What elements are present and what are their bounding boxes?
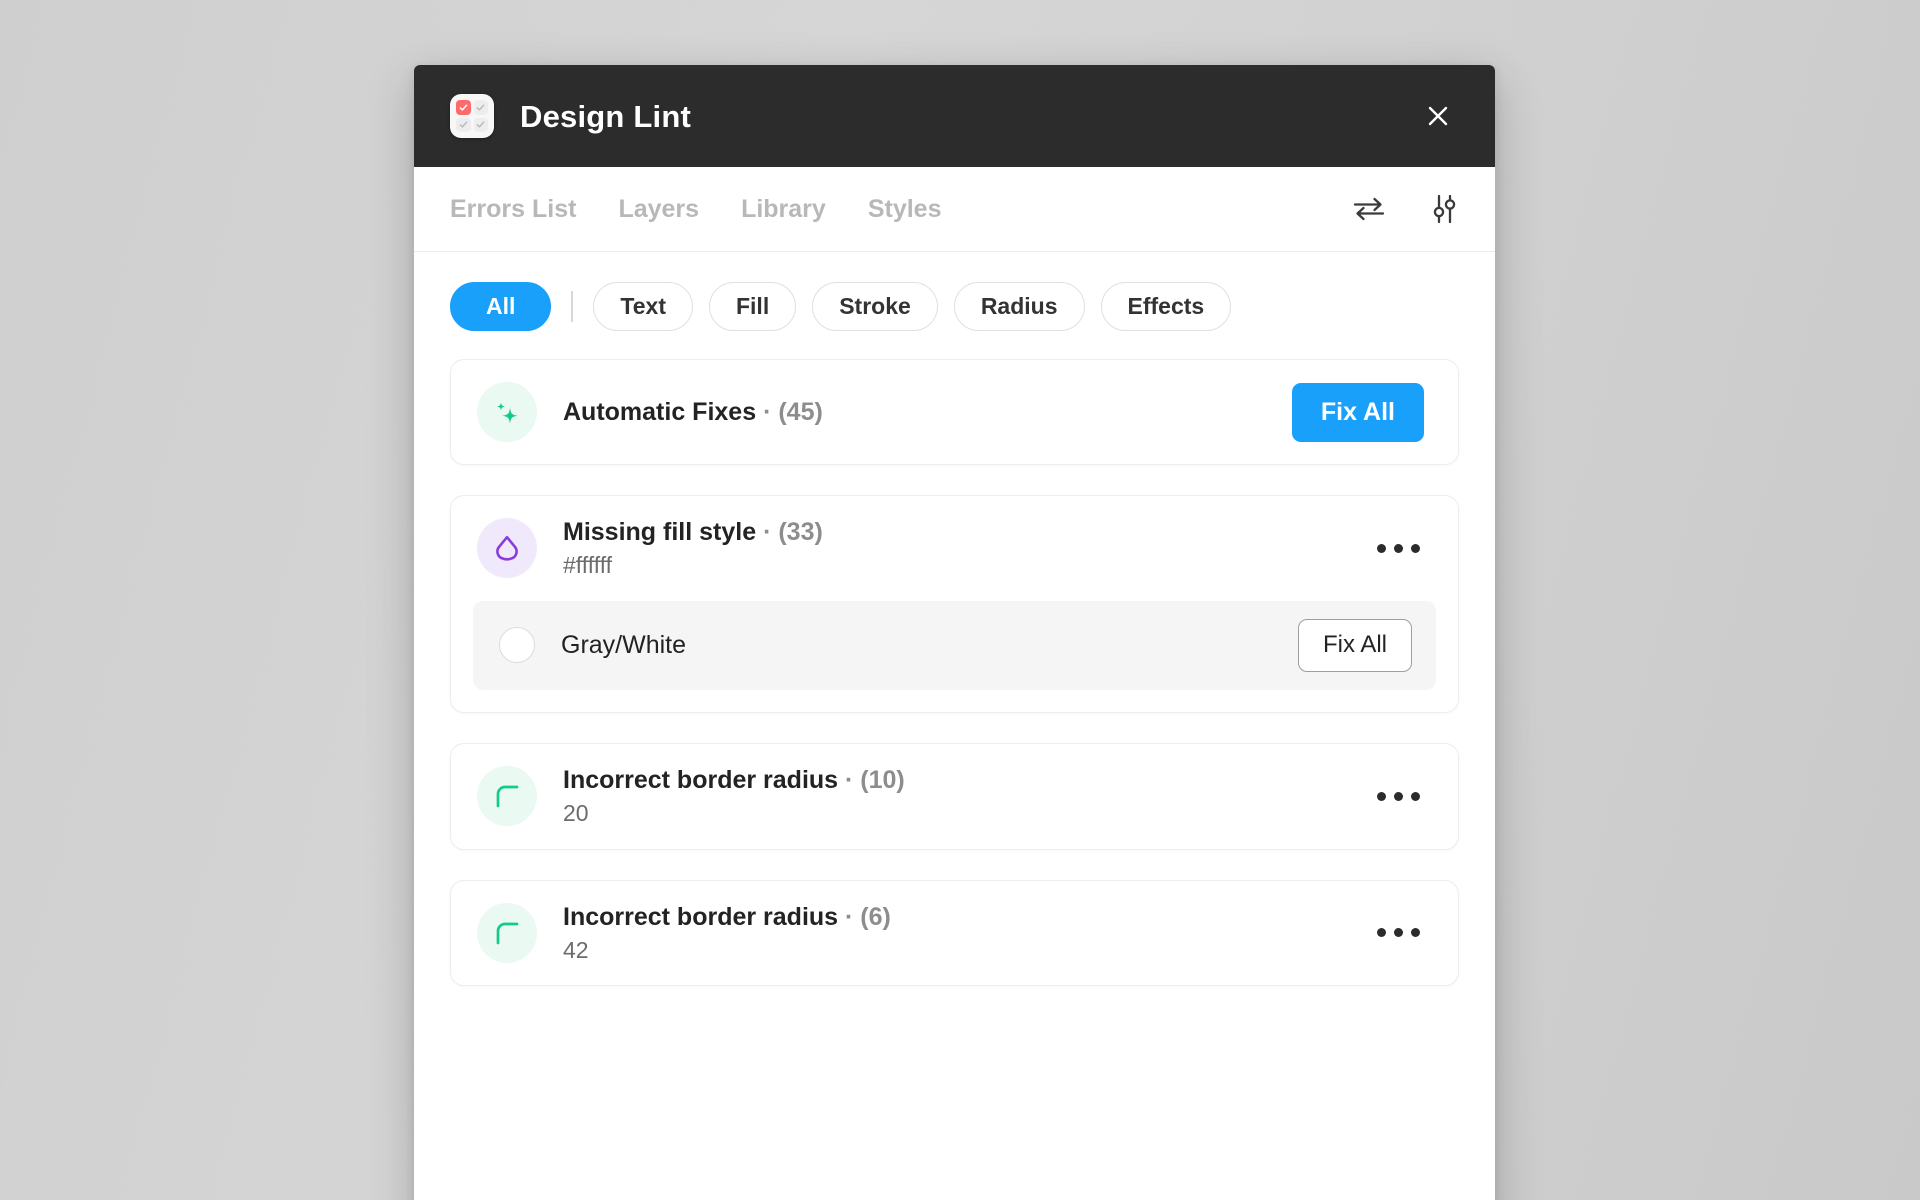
- fix-all-button-gray-white[interactable]: Fix All: [1297, 618, 1412, 672]
- corner-radius-icon: [477, 902, 537, 963]
- kebab-dot: [1377, 791, 1386, 801]
- card-missing-fill-style-subtitle: #ffffff: [563, 552, 613, 578]
- app-title: Design Lint: [520, 98, 691, 134]
- kebab-dot: [1394, 543, 1403, 553]
- tab-library[interactable]: Library: [741, 194, 826, 223]
- card-incorrect-border-radius-42-title-text: Incorrect border radius: [563, 902, 839, 931]
- more-options-icon-missing-fill-style[interactable]: [1373, 534, 1424, 563]
- toolbar-icons: [1351, 193, 1459, 225]
- card-incorrect-border-radius-20-title: Incorrect border radius · (10): [563, 766, 1373, 794]
- card-automatic-fixes-title: Automatic Fixes · (45): [563, 398, 1292, 426]
- fix-all-button-automatic-fixes[interactable]: Fix All: [1291, 382, 1424, 442]
- design-lint-plugin-window: Design Lint Errors List Layers Library S…: [414, 65, 1495, 1200]
- tab-layers[interactable]: Layers: [618, 194, 700, 223]
- card-missing-fill-style-row: Missing fill style · (33) #ffffff: [451, 496, 1458, 601]
- card-automatic-fixes-row: Automatic Fixes · (45) Fix All: [451, 360, 1458, 464]
- style-suggestion-label: Gray/White: [561, 630, 687, 659]
- card-incorrect-border-radius-20-text: Incorrect border radius · (10) 20: [563, 766, 1373, 827]
- tabbar: Errors List Layers Library Styles: [414, 167, 1495, 252]
- filter-pill-effects-label: Effects: [1127, 293, 1205, 319]
- filter-pill-stroke[interactable]: Stroke: [812, 282, 938, 331]
- tab-list: Errors List Layers Library Styles: [450, 194, 942, 223]
- card-missing-fill-style-count: · (33): [763, 518, 823, 546]
- card-incorrect-border-radius-42-count: · (6): [845, 902, 891, 931]
- corner-radius-icon: [477, 766, 537, 827]
- card-incorrect-border-radius-20-title-text: Incorrect border radius: [563, 765, 839, 794]
- card-incorrect-border-radius-20-subtitle: 20: [563, 799, 589, 826]
- tab-layers-label: Layers: [618, 194, 700, 223]
- card-incorrect-border-radius-42-row: Incorrect border radius · (6) 42: [451, 881, 1458, 986]
- card-incorrect-border-radius-20-count: · (10): [845, 765, 905, 794]
- sparkles-icon: [477, 382, 537, 442]
- tab-styles[interactable]: Styles: [867, 194, 942, 223]
- tab-library-label: Library: [741, 194, 826, 223]
- filter-pill-stroke-label: Stroke: [839, 293, 911, 319]
- kebab-dot: [1411, 791, 1420, 801]
- card-automatic-fixes[interactable]: Automatic Fixes · (45) Fix All: [450, 359, 1459, 465]
- card-missing-fill-style-text: Missing fill style · (33) #ffffff: [563, 518, 1373, 579]
- kebab-dot: [1411, 543, 1420, 553]
- style-suggestion-row[interactable]: Gray/White Fix All: [473, 600, 1436, 690]
- filter-pill-radius-label: Radius: [980, 293, 1058, 319]
- more-options-icon-incorrect-border-radius-20[interactable]: [1373, 782, 1424, 811]
- card-automatic-fixes-title-text: Automatic Fixes: [563, 398, 757, 426]
- titlebar: Design Lint: [414, 65, 1495, 167]
- kebab-dot: [1411, 928, 1420, 938]
- filter-pill-effects[interactable]: Effects: [1100, 282, 1232, 331]
- card-automatic-fixes-text: Automatic Fixes · (45): [563, 398, 1292, 426]
- error-card-list: Automatic Fixes · (45) Fix All Missing f…: [414, 349, 1495, 1200]
- logo-cell-check-3: [473, 117, 488, 132]
- filter-pill-all[interactable]: All: [450, 282, 552, 331]
- kebab-dot: [1394, 791, 1403, 801]
- more-options-icon-incorrect-border-radius-42[interactable]: [1373, 918, 1424, 947]
- filter-pill-row: All Text Fill Stroke Radius Effects: [414, 252, 1495, 349]
- kebab-dot: [1377, 543, 1386, 553]
- card-incorrect-border-radius-42[interactable]: Incorrect border radius · (6) 42: [450, 879, 1459, 987]
- logo-cell-check-2: [456, 117, 471, 132]
- card-missing-fill-style[interactable]: Missing fill style · (33) #ffffff Gray/W…: [450, 495, 1459, 713]
- tab-errors-list-label: Errors List: [450, 194, 577, 223]
- card-missing-fill-style-title: Missing fill style · (33): [563, 518, 1373, 546]
- card-incorrect-border-radius-42-title: Incorrect border radius · (6): [563, 903, 1373, 931]
- card-incorrect-border-radius-20-row: Incorrect border radius · (10) 20: [451, 744, 1458, 849]
- filter-pill-text[interactable]: Text: [593, 282, 693, 331]
- kebab-dot: [1394, 928, 1403, 938]
- card-incorrect-border-radius-42-subtitle: 42: [563, 936, 589, 963]
- design-lint-logo-icon: [450, 94, 494, 138]
- card-automatic-fixes-count: · (45): [763, 398, 823, 426]
- fill-droplet-icon: [477, 518, 537, 579]
- close-icon[interactable]: [1415, 93, 1461, 139]
- filter-pill-all-label: All: [486, 293, 516, 319]
- card-incorrect-border-radius-20[interactable]: Incorrect border radius · (10) 20: [450, 742, 1459, 850]
- logo-cell-check-1: [473, 100, 488, 115]
- card-missing-fill-style-title-text: Missing fill style: [563, 518, 757, 546]
- filter-pill-fill-label: Fill: [735, 293, 770, 319]
- filter-pill-fill[interactable]: Fill: [708, 282, 797, 331]
- color-swatch-gray-white: [499, 627, 535, 664]
- logo-cell-red: [456, 100, 471, 115]
- filter-divider: [571, 291, 574, 322]
- card-incorrect-border-radius-42-text: Incorrect border radius · (6) 42: [563, 903, 1373, 964]
- refresh-swap-icon[interactable]: [1351, 194, 1387, 224]
- settings-sliders-icon[interactable]: [1429, 193, 1459, 225]
- kebab-dot: [1377, 928, 1386, 938]
- filter-pill-text-label: Text: [620, 293, 666, 319]
- filter-pill-radius[interactable]: Radius: [953, 282, 1085, 331]
- tab-styles-label: Styles: [867, 194, 942, 223]
- tab-errors-list[interactable]: Errors List: [450, 194, 577, 223]
